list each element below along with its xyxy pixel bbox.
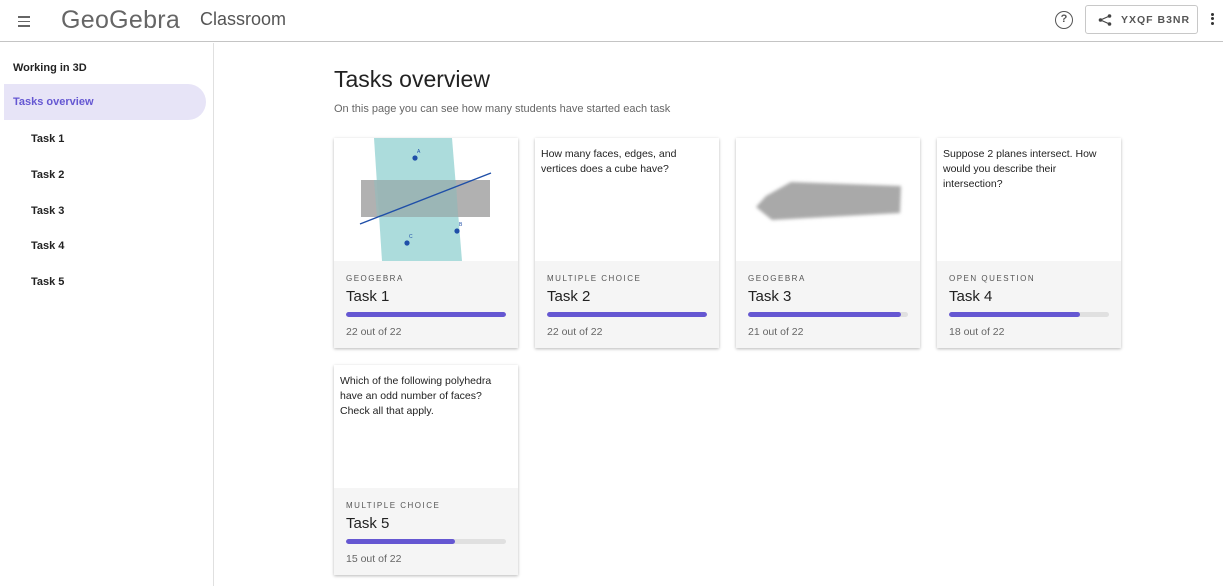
sidebar-item-label: Tasks overview [13,96,94,108]
progress-fill [346,312,506,317]
task-count: 21 out of 22 [748,326,804,338]
sidebar-item-working-in-3d[interactable]: Working in 3D [13,62,87,74]
sidebar-item-tasks-overview[interactable]: Tasks overview [4,84,206,120]
hamburger-menu-icon[interactable] [16,11,36,31]
progress-fill [346,539,456,544]
progress-bar [346,312,506,317]
progress-bar [748,312,908,317]
progress-bar [949,312,1109,317]
task-card-2[interactable]: How many faces, edges, and vertices does… [535,138,719,348]
app-name: Classroom [200,9,287,29]
task-type: MULTIPLE CHOICE [547,274,642,283]
point-b-label: B [459,222,463,228]
point-c-label: C [409,234,413,240]
task-type: OPEN QUESTION [949,274,1036,283]
card-info: GEOGEBRA Task 3 21 out of 22 [736,261,920,348]
sidebar-item-task-1[interactable]: Task 1 [31,133,64,145]
card-info: OPEN QUESTION Task 4 18 out of 22 [937,261,1121,348]
card-info: MULTIPLE CHOICE Task 5 15 out of 22 [334,488,518,575]
task-count: 15 out of 22 [346,553,402,565]
sidebar-item-task-4[interactable]: Task 4 [31,240,64,252]
card-info: GEOGEBRA Task 1 22 out of 22 [334,261,518,348]
share-code: YXQF B3NR [1121,13,1191,26]
page-title: Tasks overview [334,66,490,92]
plane-image [756,182,901,220]
task-type: GEOGEBRA [748,274,806,283]
task-count: 18 out of 22 [949,326,1005,338]
task-question: Suppose 2 planes intersect. How would yo… [943,148,1097,190]
task-name: Task 5 [346,515,390,532]
task-type: GEOGEBRA [346,274,404,283]
task-card-1[interactable]: A B C GEOGEBRA Task 1 22 out of 22 [334,138,518,348]
logo-text: GeoGebra [61,6,180,34]
geogebra-logo[interactable]: GeoGebra [61,5,183,42]
share-icon [1098,13,1112,26]
task-type: MULTIPLE CHOICE [346,501,441,510]
task-name: Task 1 [346,288,390,305]
top-app-bar: GeoGebra Classroom ? YXQF B3NR [0,0,1223,42]
task-name: Task 4 [949,288,993,305]
page-subtitle: On this page you can see how many studen… [334,103,671,115]
geogebra-logo-mark: GeoGebra [61,6,180,34]
question-preview: Suppose 2 planes intersect. How would yo… [937,138,1121,261]
sidebar-item-task-5[interactable]: Task 5 [31,276,64,288]
question-preview: How many faces, edges, and vertices does… [535,138,719,261]
task-question: Which of the following polyhedra have an… [340,375,492,417]
task-count: 22 out of 22 [346,326,402,338]
task-card-3[interactable]: GEOGEBRA Task 3 21 out of 22 [736,138,920,348]
card-info: MULTIPLE CHOICE Task 2 22 out of 22 [535,261,719,348]
geogebra-preview [736,138,920,261]
progress-bar [346,539,506,544]
more-vertical-icon[interactable] [1209,11,1215,29]
sidebar-item-task-2[interactable]: Task 2 [31,169,64,181]
share-button[interactable]: YXQF B3NR [1085,5,1198,34]
progress-fill [748,312,901,317]
progress-fill [949,312,1080,317]
task-card-4[interactable]: Suppose 2 planes intersect. How would yo… [937,138,1121,348]
task-name: Task 3 [748,288,792,305]
progress-fill [547,312,707,317]
progress-bar [547,312,707,317]
geogebra-preview: A B C [334,138,518,261]
planes-intersection-image: A B C [359,138,492,261]
task-card-5[interactable]: Which of the following polyhedra have an… [334,365,518,575]
sidebar: Working in 3D Tasks overview Task 1 Task… [0,43,214,586]
task-count: 22 out of 22 [547,326,603,338]
sidebar-item-task-3[interactable]: Task 3 [31,205,64,217]
question-preview: Which of the following polyhedra have an… [334,365,518,488]
help-circle-icon[interactable]: ? [1055,11,1073,29]
task-name: Task 2 [547,288,591,305]
task-question: How many faces, edges, and vertices does… [541,148,677,175]
